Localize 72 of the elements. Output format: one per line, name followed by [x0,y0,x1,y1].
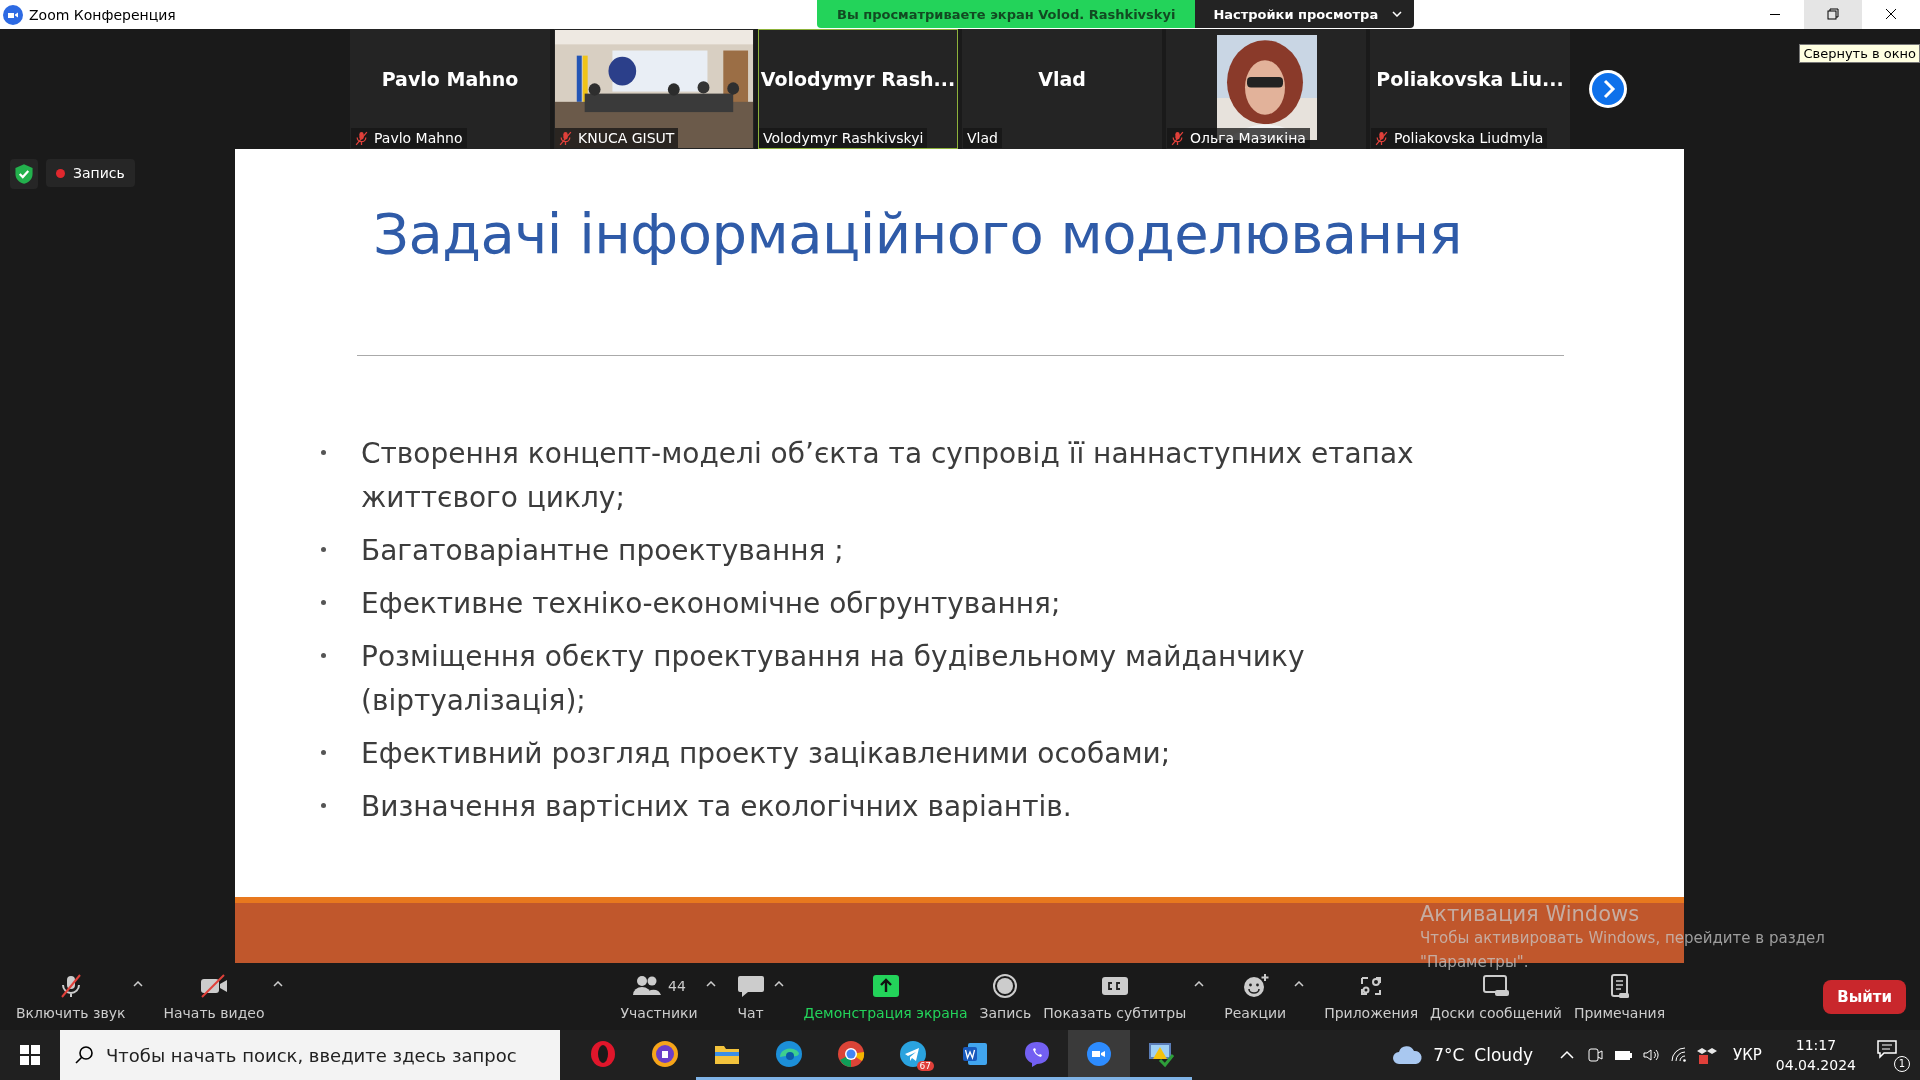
view-options-button[interactable]: Настройки просмотра [1195,0,1415,28]
toolbar-button[interactable]: Примечания [1567,968,1672,1025]
toolbar-button[interactable]: 44 Участники [614,968,704,1025]
participant-tile[interactable]: Volodymyr Rash... Volodymyr Rashkivskyi [758,29,958,149]
next-page-icon[interactable] [1588,69,1628,109]
participant-name: Vlad [1038,68,1086,90]
toolbar-button[interactable]: Показать субтитры [1037,968,1193,1025]
slide-title: Задачі інформаційного моделювання [373,201,1463,266]
search-field[interactable]: Чтобы начать поиск, введите здесь запрос [60,1030,560,1080]
caret-icon[interactable] [705,980,716,987]
participant-label: Poliakovska Liudmyla [1371,128,1548,148]
cloud-icon [1391,1045,1424,1065]
tooltip: Свернуть в окно [1799,44,1920,63]
bullet-text: Багатоваріантне проектування ; [361,533,844,569]
weather: Cloudy [1474,1045,1533,1065]
participant-tile[interactable]: Poliakovska Liu... Poliakovska Liudmyla [1370,29,1570,149]
window-title: Zoom Конференция [29,6,176,23]
app-icon [774,1038,804,1069]
whiteboard-icon [1480,972,1511,999]
toolbar-button[interactable]: Демонстрация экрана [797,968,974,1025]
shield-icon[interactable] [10,159,38,189]
language-indicator[interactable]: УКР [1733,1046,1762,1064]
toolbar-button[interactable]: Приложения [1318,968,1425,1025]
participant-label: Pavlo Mahno [351,128,467,148]
participant-tile[interactable]: Ольга Мазикіна [1166,29,1366,149]
toolbar-button[interactable]: Начать видео [157,968,271,1025]
caret-icon[interactable] [133,980,144,987]
zoom-logo-icon [3,4,23,25]
temperature: 7°C [1433,1045,1465,1065]
toolbar-button[interactable]: Запись [973,968,1038,1025]
recording-indicator: Запись [46,159,135,187]
activation-title: Активация Windows [1420,902,1641,926]
toolbar-button[interactable]: Чат [729,968,772,1025]
participant-tile[interactable]: Pavlo Mahno Pavlo Mahno [350,29,550,149]
participant-tile[interactable]: KNUCA GISUT [554,29,754,149]
app-icon [836,1038,866,1069]
camera-off-icon [199,972,229,999]
bullet-text: Визначення вартісних та екологічних варіантів. [361,789,1072,825]
unread-badge: 67 [916,1061,934,1071]
toolbar-button[interactable]: Реакции [1218,968,1293,1025]
leave-button[interactable]: Выйти [1823,979,1906,1014]
participant-label: Volodymyr Rashkivskyi [759,128,928,148]
taskbar-app[interactable] [1068,1030,1130,1080]
app-icon [588,1038,618,1069]
bullet-text: Створення концепт-моделі об’єкта та супровід її наннаступних етапах життєвого циклу; [361,436,1415,516]
participant-label: Ольга Мазикіна [1167,128,1310,148]
participant-name: Pavlo Mahno [381,68,519,90]
wifi-icon[interactable] [1669,1045,1689,1065]
clock[interactable]: 11:17 04.04.2024 [1775,1035,1856,1075]
caret-icon[interactable] [272,980,283,987]
participant-name: Volodymyr Rash... [760,68,956,90]
bullet-text: Розміщення обєкту проектування на будівельному майданчику (віртуалізація); [361,639,1306,719]
toolbar-button[interactable]: Включить звук [10,968,132,1025]
camera-icon[interactable] [1585,1045,1605,1065]
participant-name: Poliakovska Liu... [1376,68,1564,90]
app-icon [650,1038,680,1069]
participant-label: KNUCA GISUT [555,128,679,148]
caret-icon[interactable] [773,980,784,987]
notification-count: 1 [1894,1056,1910,1072]
participant-label: Vlad [963,128,1002,148]
participant-tile[interactable]: Vlad Vlad [962,29,1162,149]
bullet-text: Ефективний розгляд проекту зацікавленими особами; [361,736,1171,772]
dropbox-icon[interactable] [1697,1045,1717,1065]
caret-icon[interactable] [1294,980,1305,987]
share-notice: Вы просматриваете экран Volod. Rashkivskyi [817,0,1196,28]
taskbar-app[interactable]: 67 [882,1030,944,1080]
windows-start-icon[interactable] [20,1045,40,1065]
notifications-icon[interactable] [1876,1038,1898,1060]
restore-icon[interactable] [1804,0,1862,29]
caret-icon[interactable] [1194,980,1205,987]
share-screen-icon [870,972,901,999]
bullet-text: Ефективне техніко-економічне обгрунтування; [361,586,1061,622]
